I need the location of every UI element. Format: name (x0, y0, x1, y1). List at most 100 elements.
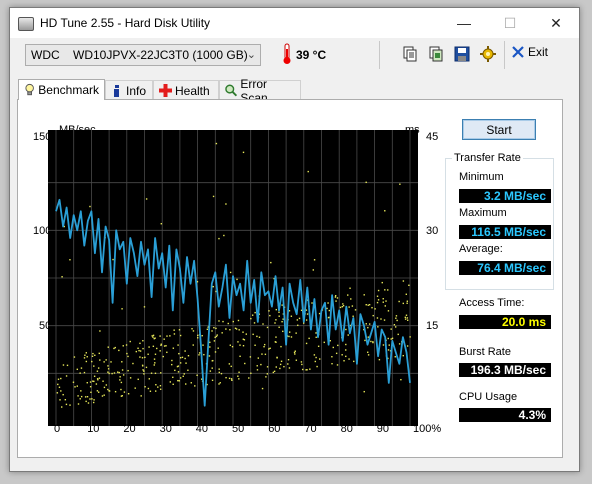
access-time-point (154, 353, 157, 355)
access-time-point (383, 319, 386, 321)
access-time-point (57, 378, 60, 380)
access-time-point (315, 356, 317, 359)
exit-button[interactable]: Exit (512, 45, 548, 59)
close-button[interactable]: ✕ (533, 8, 579, 38)
access-time-point (80, 367, 83, 369)
access-time-point (275, 336, 277, 338)
tab-health[interactable]: Health (153, 80, 219, 100)
access-time-point (282, 318, 284, 320)
access-time-point (96, 390, 99, 392)
minimize-button[interactable]: — (441, 8, 487, 38)
access-time-point (96, 370, 99, 372)
tab-info[interactable]: Info (105, 80, 153, 100)
access-time-point (281, 304, 283, 306)
access-time-point (336, 364, 339, 366)
access-time-point (60, 377, 62, 380)
access-time-point (93, 365, 95, 367)
access-time-point (393, 323, 396, 326)
access-time-point (86, 356, 88, 358)
access-time-point (159, 335, 161, 337)
access-time-point (213, 340, 216, 342)
copy-text-icon[interactable] (400, 44, 420, 64)
access-time-point (142, 340, 144, 342)
access-time-point (229, 329, 231, 331)
access-time-point (272, 371, 275, 374)
access-time-point (229, 271, 232, 274)
access-time-point (398, 300, 400, 303)
access-time-point (279, 367, 281, 370)
access-time-point (147, 387, 150, 390)
access-time-point (312, 269, 315, 271)
access-time-point (380, 318, 382, 320)
access-time-point (183, 373, 185, 375)
access-time-point (196, 337, 199, 339)
access-time-point (399, 183, 401, 185)
access-time-point (99, 330, 101, 332)
access-time-point (194, 385, 196, 387)
access-time-point (101, 395, 104, 397)
options-icon[interactable] (478, 44, 498, 64)
access-time-point (153, 364, 155, 366)
tab-error-scan[interactable]: Error Scan (219, 77, 301, 105)
access-time-value: 20.0 ms (459, 315, 551, 329)
access-time-point (350, 298, 352, 300)
copy-screenshot-icon[interactable] (426, 44, 446, 64)
access-time-point (239, 355, 241, 358)
access-time-point (201, 334, 203, 337)
access-time-point (230, 378, 233, 380)
x-tick-label: 0 (54, 423, 61, 435)
temperature-readout: 39 °C (296, 48, 327, 62)
access-time-point (179, 334, 182, 337)
access-time-point (290, 336, 293, 338)
access-time-point (95, 383, 98, 385)
access-time-point (336, 297, 339, 299)
access-time-point (270, 261, 272, 264)
access-time-point (406, 302, 408, 304)
maximum-label: Maximum (459, 207, 507, 219)
access-time-point (263, 346, 265, 348)
lightbulb-icon (25, 83, 34, 96)
access-time-point (113, 347, 115, 350)
tab-benchmark[interactable]: Benchmark (18, 79, 105, 100)
access-time-point (376, 317, 379, 319)
x-tick-label: 20 (123, 423, 136, 435)
access-time-point (404, 318, 407, 320)
access-time-point (237, 319, 240, 322)
title-bar[interactable]: HD Tune 2.55 - Hard Disk Utility — ☐ ✕ (10, 8, 579, 38)
access-time-point (218, 371, 220, 374)
access-time-point (319, 358, 321, 360)
access-time-point (253, 322, 256, 324)
access-time-point (92, 352, 94, 355)
access-time-point (263, 343, 266, 346)
save-icon[interactable] (452, 44, 472, 64)
access-time-point (384, 305, 386, 307)
access-time-point (62, 393, 64, 396)
access-time-point (266, 326, 269, 329)
right-tick: 45 (426, 131, 439, 143)
access-time-point (145, 198, 148, 200)
access-time-point (184, 357, 186, 360)
access-time-point (260, 363, 262, 366)
access-time-point (76, 368, 79, 371)
access-time-point (377, 326, 379, 328)
access-time-point (221, 332, 223, 334)
access-time-point (120, 388, 122, 391)
maximize-button[interactable]: ☐ (487, 8, 533, 38)
access-time-point (74, 386, 76, 388)
access-time-point (228, 363, 231, 365)
access-time-point (377, 289, 380, 292)
access-time-point (305, 369, 307, 371)
access-time-point (153, 358, 156, 360)
access-time-point (365, 323, 367, 325)
access-time-point (174, 369, 176, 372)
start-button[interactable]: Start (462, 119, 536, 140)
right-tick: 15 (426, 320, 439, 332)
access-time-point (283, 365, 285, 368)
access-time-point (311, 302, 313, 304)
access-time-point (387, 310, 390, 312)
drive-select[interactable]: WDC WD10JPVX-22JC3T0 (1000 GB) ⌄ (25, 44, 261, 66)
access-time-point (235, 328, 238, 330)
access-time-point (347, 294, 349, 296)
access-time-point (341, 354, 343, 356)
access-time-point (138, 349, 140, 352)
